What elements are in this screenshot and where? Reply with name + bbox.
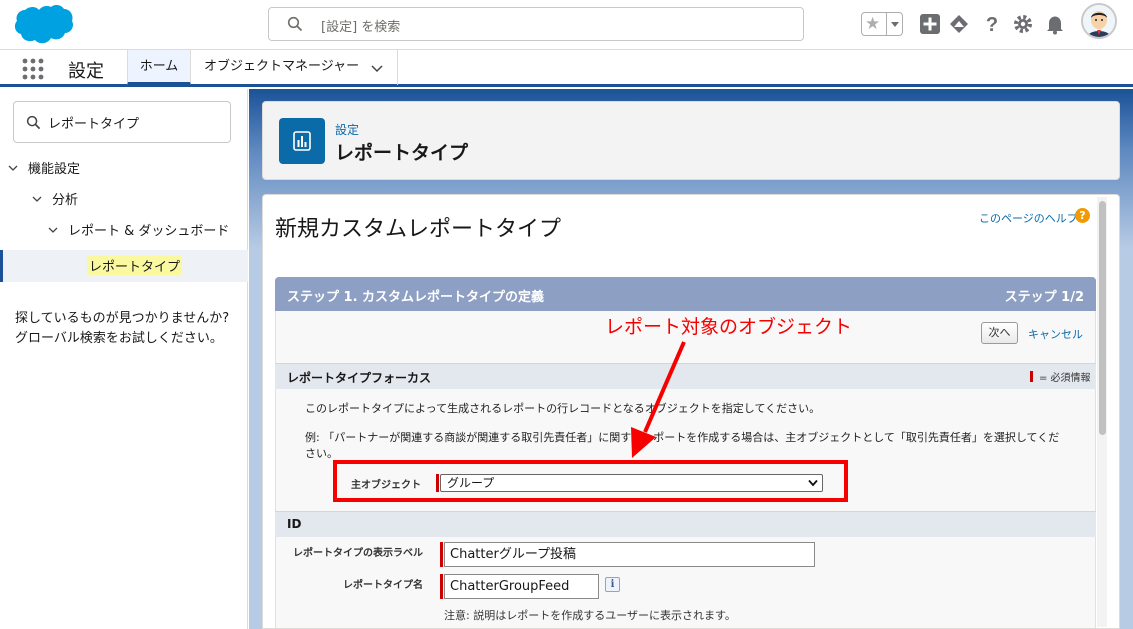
app-nav-bar: 設定 ホーム オブジェクトマネージャー: [0, 50, 1133, 87]
tree-item-analytics[interactable]: 分析: [32, 190, 78, 212]
tree-label: 機能設定: [28, 162, 81, 177]
tree-label-selected: レポートタイプ: [87, 256, 183, 275]
search-icon: [287, 16, 303, 32]
tree-item-feature-settings[interactable]: 機能設定: [8, 159, 80, 181]
cancel-link[interactable]: キャンセル: [1028, 326, 1083, 342]
quick-find-value: レポートタイプ: [48, 117, 140, 132]
add-icon[interactable]: [919, 13, 941, 35]
scrollbar-thumb[interactable]: [1099, 201, 1106, 435]
chevron-down-icon: [32, 196, 42, 202]
description-note: 注意: 説明はレポートを作成するユーザーに表示されます。: [444, 609, 736, 622]
star-icon: ★: [865, 14, 881, 34]
sidebar-help-text: 探しているものが見つかりませんか? グローバル検索をお試しください。: [15, 309, 240, 349]
step-title: ステップ 1. カスタムレポートタイプの定義: [287, 290, 545, 305]
display-label-input[interactable]: Chatterグループ投稿: [444, 542, 815, 567]
tree-item-reports-dashboards[interactable]: レポート & ダッシュボード: [48, 221, 229, 243]
focus-desc-1: このレポートタイプによって生成されるレポートの行レコードとなるオブジェクトを指定…: [305, 402, 821, 415]
id-section-title: ID: [287, 517, 302, 531]
chevron-down-icon: [48, 227, 58, 233]
svg-text:?: ?: [986, 14, 998, 35]
required-indicator: [440, 574, 443, 599]
bell-icon[interactable]: [1044, 13, 1066, 35]
step-header: ステップ 1. カスタムレポートタイプの定義 ステップ 1/2: [275, 277, 1096, 311]
highlight-box: [333, 460, 848, 502]
tab-home[interactable]: ホーム: [127, 50, 191, 85]
report-type-icon: [279, 118, 325, 164]
report-type-name-input[interactable]: ChatterGroupFeed: [444, 574, 599, 599]
help-link[interactable]: このページのヘルプ: [979, 210, 1078, 226]
info-icon[interactable]: i: [605, 577, 620, 592]
quick-find-input[interactable]: レポートタイプ: [13, 101, 231, 143]
next-button[interactable]: 次へ: [981, 322, 1018, 344]
global-search[interactable]: [設定] を検索: [268, 7, 804, 41]
tree-label: レポート & ダッシュボード: [68, 224, 230, 239]
id-section-header: ID: [275, 511, 1096, 537]
salesforce-logo[interactable]: [14, 4, 74, 46]
required-legend: = 必須情報: [1030, 369, 1091, 384]
content-card: 新規カスタムレポートタイプ このページのヘルプ ? ステップ 1. カスタムレポ…: [262, 194, 1120, 629]
step-counter: ステップ 1/2: [1004, 290, 1084, 305]
report-type-name-label: レポートタイプ名: [343, 580, 423, 591]
tab-object-manager-label: オブジェクトマネージャー: [204, 59, 360, 74]
app-launcher-icon[interactable]: [22, 58, 44, 80]
global-header: [設定] を検索 ★ ?: [0, 0, 1133, 50]
focus-desc-2: 例: 「パートナーが関連する商談が関連する取引先責任者」に関するレポートを作成す…: [305, 430, 1095, 462]
search-placeholder: [設定] を検索: [321, 20, 401, 35]
focus-section-title: レポートタイプフォーカス: [287, 371, 432, 385]
chevron-down-icon[interactable]: [886, 13, 902, 35]
chevron-down-icon: [8, 165, 18, 171]
page-title: レポートタイプ: [335, 142, 469, 164]
gear-icon[interactable]: [1012, 13, 1034, 35]
tree-item-report-types[interactable]: レポートタイプ: [0, 250, 248, 282]
help-icon[interactable]: ?: [1075, 208, 1090, 223]
help-icon[interactable]: ?: [981, 13, 1003, 35]
setup-sidebar: レポートタイプ 機能設定 分析 レポート & ダッシュボード レポートタイプ 探…: [0, 89, 248, 629]
user-avatar-icon: [1083, 5, 1115, 37]
help-line-2: グローバル検索をお試しください。: [15, 331, 223, 346]
required-indicator: [440, 542, 443, 567]
help-line-1: 探しているものが見つかりませんか?: [15, 311, 230, 326]
tab-object-manager[interactable]: オブジェクトマネージャー: [192, 50, 398, 85]
focus-desc-2-line1: 例: 「パートナーが関連する商談が関連する取引先責任者」に関するレポートを作成す…: [305, 431, 1060, 444]
tree-label: 分析: [52, 193, 79, 208]
breadcrumb[interactable]: 設定: [335, 121, 359, 138]
page-header-card: 設定 レポートタイプ: [262, 101, 1120, 180]
tab-home-label: ホーム: [139, 59, 179, 74]
annotation-text: レポート対象のオブジェクト: [605, 316, 853, 338]
chart-icon: [293, 131, 311, 151]
avatar[interactable]: [1081, 3, 1117, 39]
app-name: 設定: [68, 61, 104, 82]
favorites-button[interactable]: ★: [861, 12, 903, 36]
display-label-label: レポートタイプの表示ラベル: [293, 548, 423, 559]
search-icon: [26, 115, 41, 130]
page-heading: 新規カスタムレポートタイプ: [275, 217, 562, 242]
trailhead-icon[interactable]: [948, 13, 970, 35]
chevron-down-icon[interactable]: [371, 62, 383, 74]
focus-section-header: レポートタイプフォーカス = 必須情報: [275, 363, 1096, 389]
